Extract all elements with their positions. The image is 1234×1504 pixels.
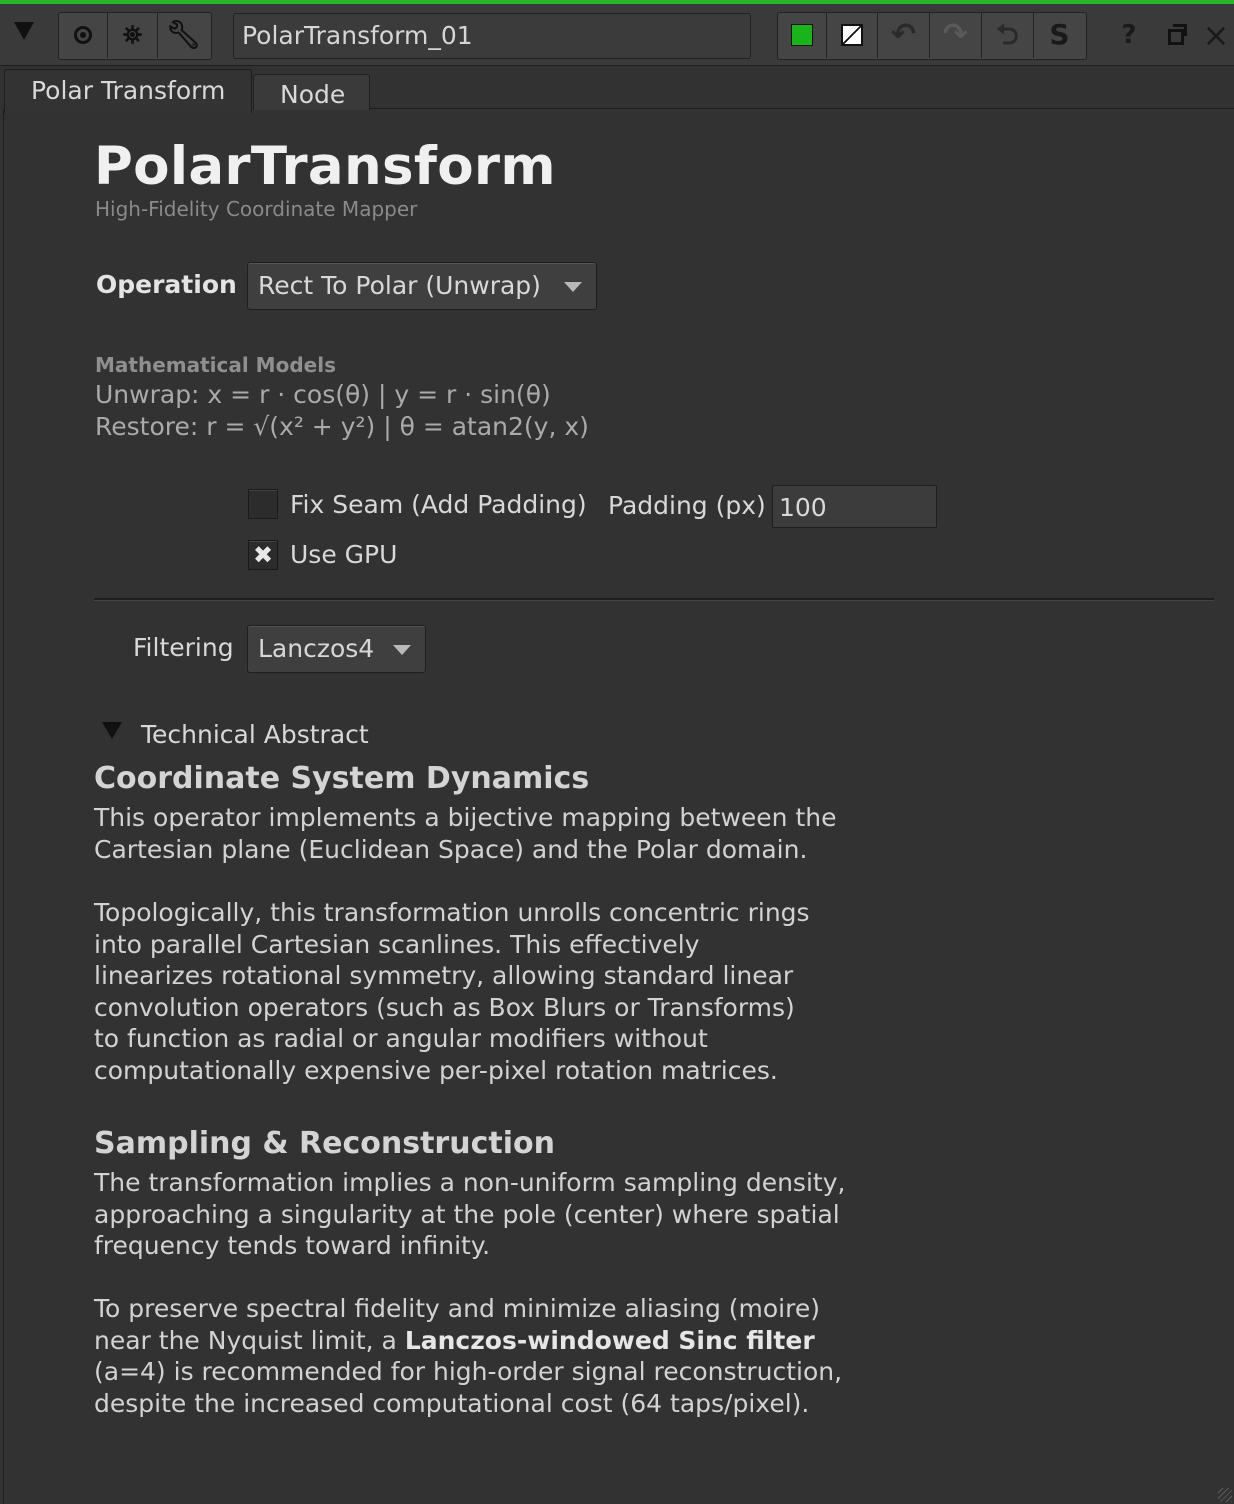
node-toolbar: ⛯ 🔧︎ PolarTransform_01 ↶ ↷ ⮌ S ? × [0, 4, 1234, 66]
redo-icon: ↷ [942, 17, 969, 52]
close-icon: × [1202, 16, 1230, 54]
center-node-button[interactable] [58, 12, 107, 58]
chevron-down-icon [564, 282, 582, 292]
green-square-icon [790, 24, 813, 46]
paragraph-text: (a=4) is recommended for high-order sign… [94, 1357, 843, 1418]
section-heading-coordinate: Coordinate System Dynamics [94, 761, 590, 796]
math-heading: Mathematical Models [95, 353, 336, 377]
revert-icon: ⮌ [996, 18, 1019, 51]
filtering-value: Lanczos4 [258, 634, 375, 663]
checkmark-icon: ✖ [252, 541, 274, 569]
bug-icon: ⛯ [122, 21, 143, 49]
float-window-icon [1168, 24, 1187, 45]
undo-button[interactable]: ↶ [878, 12, 929, 58]
diagonal-square-icon [841, 24, 863, 46]
fix-seam-label: Fix Seam (Add Padding) [290, 490, 587, 519]
revert-button[interactable]: ⮌ [982, 12, 1033, 58]
wrench-icon: 🔧︎ [165, 18, 202, 51]
help-button[interactable]: ? [1110, 12, 1148, 58]
fix-seam-checkbox[interactable] [248, 489, 278, 519]
script-icon: S [1049, 18, 1070, 51]
resize-grip-icon[interactable] [1218, 1488, 1232, 1502]
help-icon: ? [1121, 20, 1137, 50]
chevron-down-icon [393, 645, 411, 655]
padding-label: Padding (px) [608, 491, 766, 520]
paragraph: The transformation implies a non-uniform… [94, 1168, 846, 1260]
page-subtitle: High-Fidelity Coordinate Mapper [95, 197, 418, 221]
node-name-field[interactable]: PolarTransform_01 [233, 13, 751, 59]
page-title: PolarTransform [94, 136, 556, 197]
use-gpu-checkbox[interactable]: ✖ [248, 540, 278, 570]
padding-input[interactable]: 100 [772, 485, 937, 528]
operation-value: Rect To Polar (Unwrap) [258, 271, 541, 300]
undo-icon: ↶ [890, 17, 917, 52]
tab-bar: Polar Transform Node [0, 66, 1234, 113]
section-heading-sampling: Sampling & Reconstruction [94, 1126, 555, 1161]
paragraph: This operator implements a bijective map… [94, 803, 837, 864]
debug-button[interactable]: ⛯ [108, 12, 157, 58]
mask-button[interactable] [827, 12, 877, 58]
use-gpu-label: Use GPU [290, 540, 398, 569]
paragraph: To preserve spectral fidelity and minimi… [94, 1293, 854, 1419]
paragraph-emphasis: Lanczos-windowed Sinc filter [404, 1325, 815, 1355]
float-panel-button[interactable] [1158, 12, 1194, 58]
disclosure-triangle-icon[interactable] [102, 722, 122, 739]
math-restore: Restore: r = √(x² + y²) | θ = atan2(y, x… [95, 412, 589, 441]
tab-node[interactable]: Node [253, 74, 370, 110]
settings-button[interactable]: 🔧︎ [158, 12, 209, 58]
operation-label: Operation [96, 270, 237, 299]
filtering-dropdown[interactable]: Lanczos4 [247, 625, 426, 673]
paragraph: Topologically, this transformation unrol… [94, 898, 810, 1085]
redo-button[interactable]: ↷ [930, 12, 981, 58]
script-button[interactable]: S [1034, 12, 1085, 58]
filtering-label: Filtering [133, 633, 234, 662]
collapse-triangle-icon[interactable] [14, 22, 34, 40]
target-icon [73, 26, 92, 44]
abstract-toggle-label[interactable]: Technical Abstract [141, 720, 369, 749]
tab-polar-transform[interactable]: Polar Transform [4, 69, 252, 113]
operation-dropdown[interactable]: Rect To Polar (Unwrap) [247, 262, 597, 310]
node-color-button[interactable] [777, 12, 826, 58]
math-unwrap: Unwrap: x = r · cos(θ) | y = r · sin(θ) [95, 380, 551, 409]
close-panel-button[interactable]: × [1198, 12, 1234, 58]
section-divider [94, 598, 1214, 601]
